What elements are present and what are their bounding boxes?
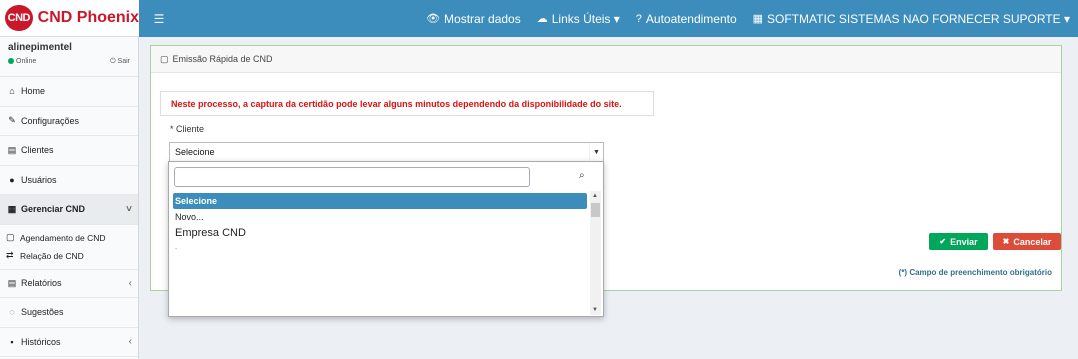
sidebar-subitem-label: Agendamento de CND [20, 232, 106, 243]
sidebar-subitem-agendamento[interactable]: ▢ Agendamento de CND [6, 229, 138, 247]
client-dropdown: ⌕ Selecione Novo... Empresa CND - ▲ ▼ [168, 161, 604, 317]
scroll-up-icon[interactable]: ▲ [592, 193, 598, 199]
chevron-left-icon: ‹ [128, 336, 132, 348]
sidebar-item-label: Clientes [21, 145, 54, 156]
scroll-down-icon[interactable]: ▼ [592, 307, 598, 313]
calendar-icon: ▢ [6, 232, 15, 242]
chevron-down-icon: ˅ [126, 203, 132, 215]
self-service-link[interactable]: ? Autoatendimento [628, 0, 745, 37]
sidebar-item-label: Relatórios [21, 278, 62, 289]
sidebar-item-label: Históricos [21, 336, 61, 347]
sidebar-item-label: Configurações [21, 115, 80, 126]
user-panel: alinepimentel Online ⏻ Sair [0, 37, 138, 77]
sidebar-subitem-relacao[interactable]: ⇄ Relação de CND [6, 247, 138, 265]
logo-text: CND Phoenix [37, 9, 139, 26]
archive-icon: ▪ [10, 336, 14, 347]
sidebar-item-label: Usuários [21, 174, 57, 185]
sidebar-item-sugestoes[interactable]: ◌ Sugestões [0, 298, 138, 328]
calendar-icon: ▢ [160, 53, 169, 64]
self-service-label: Autoatendimento [645, 11, 737, 26]
dropdown-option[interactable]: - [173, 241, 587, 257]
app-logo[interactable]: CND CND Phoenix [0, 0, 139, 37]
warning-alert: Neste processo, a captura da certidão po… [160, 91, 654, 116]
comments-icon: ◌ [9, 307, 15, 318]
box-title: Emissão Rápida de CND [172, 54, 273, 64]
building-icon: ▤ [7, 144, 17, 155]
sidebar-subitem-label: Relação de CND [20, 250, 84, 261]
chevron-left-icon: ‹ [128, 277, 132, 289]
user-icon: ● [9, 174, 15, 185]
logo-badge: CND [5, 5, 33, 31]
wrench-icon: ✎ [8, 115, 16, 126]
navbar-right: 👁 Mostrar dados ☁ Links Úteis ▾ ? Autoat… [418, 0, 1078, 37]
sidebar-item-label: Sugestões [21, 307, 64, 318]
close-icon: ✖ [1002, 237, 1010, 246]
client-field-label: * Cliente [170, 124, 205, 134]
sidebar-item-home[interactable]: ⌂ Home [0, 77, 138, 107]
send-button[interactable]: ✔ Enviar [929, 233, 988, 250]
online-dot-icon [8, 58, 14, 65]
online-status: Online [8, 58, 36, 66]
calendar-icon: ▦ [7, 203, 17, 214]
dropdown-search-input[interactable] [174, 167, 530, 187]
cancel-button[interactable]: ✖ Cancelar [993, 233, 1061, 250]
sidebar-item-gerenciar-cnd[interactable]: ▦ Gerenciar CND ˅ [0, 195, 138, 225]
sidebar: alinepimentel Online ⏻ Sair ⌂ Home ✎ Con… [0, 37, 139, 359]
sidebar-item-configuracoes[interactable]: ✎ Configurações [0, 107, 138, 136]
chevron-down-icon: ▼ [589, 143, 603, 161]
user-name: alinepimentel [8, 42, 72, 53]
sidebar-item-label: Home [21, 86, 46, 97]
sidebar-item-clientes[interactable]: ▤ Clientes [0, 136, 138, 166]
submenu-gerenciar-cnd: ▢ Agendamento de CND ⇄ Relação de CND [0, 225, 138, 269]
menu-toggle-icon[interactable]: ☰ [139, 12, 179, 26]
box-header: ▢ Emissão Rápida de CND [151, 46, 1061, 73]
company-dropdown[interactable]: ▦ SOFTMATIC SISTEMAS NAO FORNECER SUPORT… [745, 0, 1078, 37]
dropdown-option[interactable]: Selecione [173, 193, 587, 209]
check-icon: ✔ [939, 237, 947, 246]
home-icon: ⌂ [9, 86, 15, 97]
help-icon: ? [635, 12, 642, 25]
useful-links-label: Links Úteis ▾ [551, 11, 620, 26]
dropdown-scrollbar[interactable]: ▲ ▼ [590, 191, 601, 315]
sidebar-item-historicos[interactable]: ▪ Históricos ‹ [0, 328, 138, 357]
top-navbar: ☰ 👁 Mostrar dados ☁ Links Úteis ▾ ? Auto… [139, 0, 1078, 37]
dropdown-option[interactable]: Empresa CND [173, 225, 587, 241]
required-field-note: (*) Campo de preenchimento obrigatório [898, 268, 1052, 277]
client-select-value: Selecione [175, 147, 215, 157]
logout-link[interactable]: ⏻ Sair [110, 58, 130, 66]
dropdown-option[interactable]: Novo... [173, 209, 587, 225]
dropdown-options: Selecione Novo... Empresa CND - [173, 193, 587, 257]
scrollbar-thumb[interactable] [591, 203, 600, 217]
search-icon: ⌕ [579, 170, 585, 181]
show-data-link[interactable]: 👁 Mostrar dados [418, 0, 529, 37]
eye-icon: 👁 [426, 13, 441, 25]
sidebar-item-label: Gerenciar CND [21, 204, 86, 215]
useful-links-dropdown[interactable]: ☁ Links Úteis ▾ [529, 0, 628, 37]
exchange-icon: ⇄ [6, 250, 14, 260]
client-select[interactable]: Selecione ▼ [169, 142, 604, 162]
report-icon: ▤ [7, 277, 17, 288]
cloud-icon: ☁ [536, 13, 548, 25]
company-label: SOFTMATIC SISTEMAS NAO FORNECER SUPORTE … [767, 11, 1070, 26]
sidebar-item-relatorios[interactable]: ▤ Relatórios ‹ [0, 268, 138, 298]
show-data-label: Mostrar dados [444, 11, 521, 26]
sidebar-item-usuarios[interactable]: ● Usuários [0, 166, 138, 195]
building-icon: ▦ [752, 13, 764, 25]
